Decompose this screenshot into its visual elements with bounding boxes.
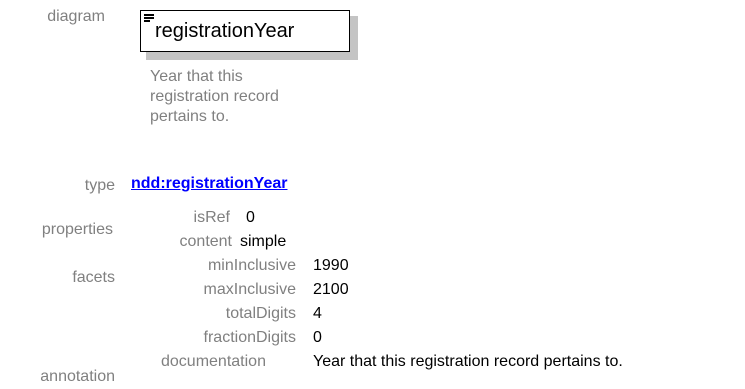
facet-value-fractiondigits: 0 — [313, 329, 322, 346]
facet-key-maxinclusive: maxInclusive — [203, 281, 296, 298]
label-facets: facets — [72, 269, 115, 286]
property-key-content: content — [179, 233, 232, 250]
label-type: type — [84, 177, 115, 194]
annotation-key-documentation: documentation — [161, 353, 266, 370]
facet-key-mininclusive: minInclusive — [207, 257, 296, 274]
facet-value-maxinclusive: 2100 — [313, 281, 349, 298]
facet-key-fractiondigits: fractionDigits — [203, 329, 296, 346]
facet-value-mininclusive: 1990 — [313, 257, 349, 274]
property-value-isref: 0 — [246, 209, 255, 226]
annotation-value-documentation: Year that this registration record perta… — [313, 353, 623, 370]
element-icon — [144, 14, 154, 23]
element-box-registrationYear[interactable]: registrationYear — [140, 10, 350, 52]
property-key-isref: isRef — [193, 209, 230, 226]
element-documentation: Year that this registration record perta… — [150, 68, 279, 125]
facet-key-totaldigits: totalDigits — [225, 305, 296, 322]
type-link[interactable]: ndd:registrationYear — [131, 175, 287, 193]
label-diagram: diagram — [47, 8, 105, 25]
label-properties: properties — [41, 221, 113, 238]
label-annotation: annotation — [40, 368, 115, 385]
element-name: registrationYear — [155, 20, 295, 42]
property-value-content: simple — [240, 233, 287, 250]
facet-value-totaldigits: 4 — [313, 305, 322, 322]
